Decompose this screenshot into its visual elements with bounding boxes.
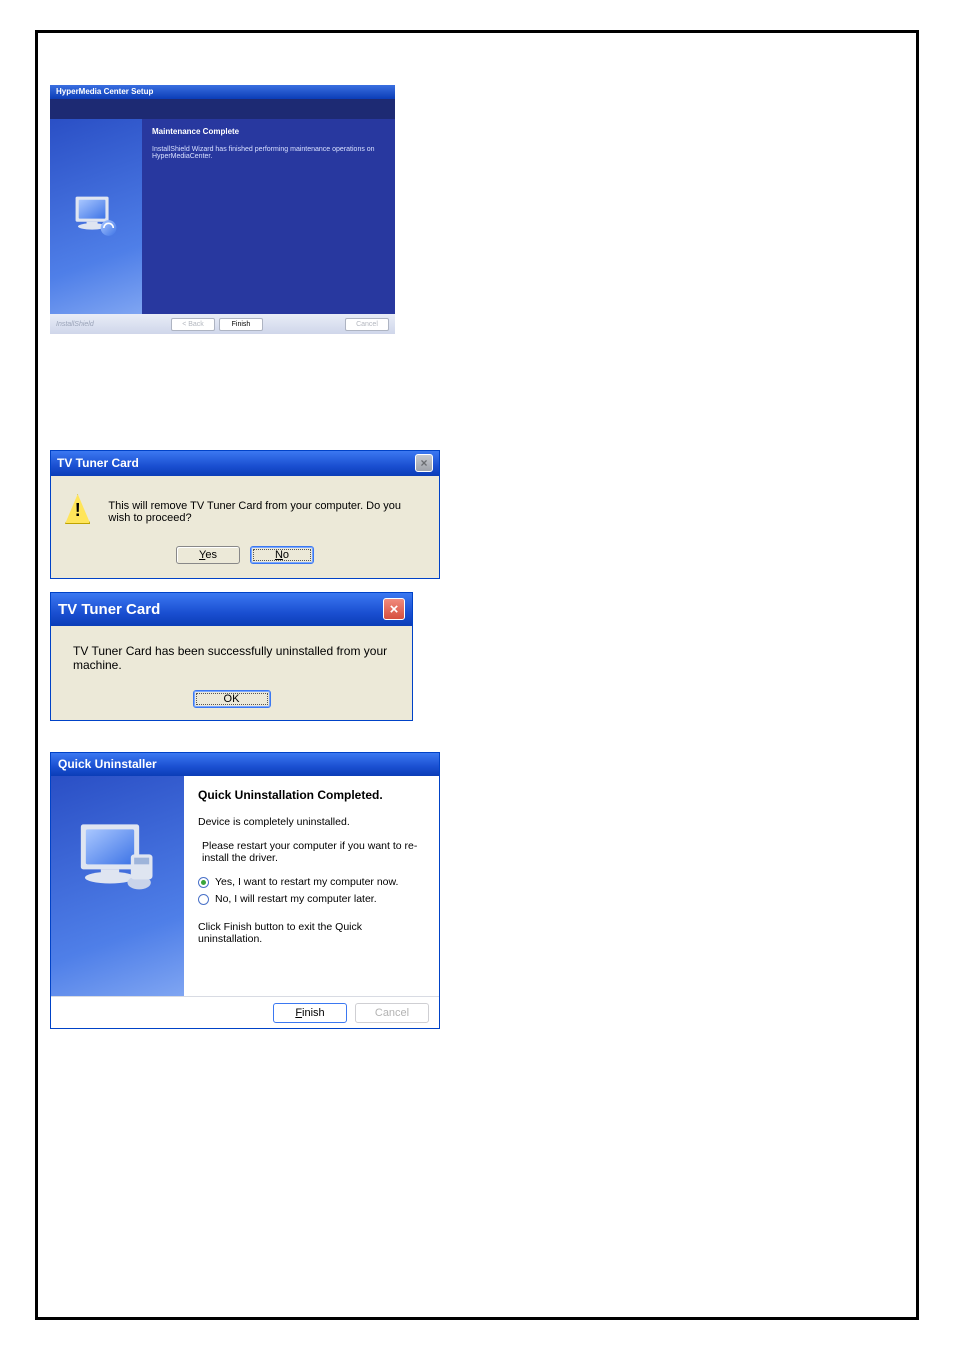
dialog4-line3: Click Finish button to exit the Quick un… [198, 921, 425, 945]
warning-icon: ! [65, 494, 90, 524]
back-button: < Back [171, 318, 215, 331]
restart-later-radio[interactable]: No, I will restart my computer later. [198, 893, 425, 905]
radio-checked-icon [198, 877, 209, 888]
dialog4-line1: Device is completely uninstalled. [198, 816, 425, 828]
dialog2-message: This will remove TV Tuner Card from your… [108, 494, 425, 524]
yes-button[interactable]: Yes [176, 546, 240, 564]
radio-unchecked-icon [198, 894, 209, 905]
quick-uninstall-heading: Quick Uninstallation Completed. [198, 788, 425, 802]
close-icon: × [415, 454, 433, 472]
dialog4-title: Quick Uninstaller [58, 757, 157, 771]
no-button[interactable]: No [250, 546, 314, 564]
dialog1-body-text: InstallShield Wizard has finished perfor… [152, 146, 385, 160]
tv-tuner-success-dialog: TV Tuner Card × TV Tuner Card has been s… [50, 592, 413, 721]
finish-button[interactable]: Finish [273, 1003, 347, 1023]
quick-uninstaller-dialog: Quick Uninstaller Quick Uninstallation C… [50, 752, 440, 1029]
dialog1-banner [50, 99, 395, 119]
finish-button[interactable]: Finish [219, 318, 263, 331]
close-icon[interactable]: × [383, 598, 405, 620]
maintenance-complete-heading: Maintenance Complete [152, 127, 385, 136]
installshield-brand: InstallShield [56, 321, 94, 328]
dialog2-title: TV Tuner Card [57, 456, 139, 470]
dialog3-message: TV Tuner Card has been successfully unin… [65, 644, 398, 672]
cancel-button: Cancel [345, 318, 389, 331]
cancel-button: Cancel [355, 1003, 429, 1023]
hypermedia-setup-dialog: HyperMedia Center Setup Maintenance Comp… [50, 85, 395, 334]
computer-icon [75, 821, 160, 901]
restart-now-radio[interactable]: Yes, I want to restart my computer now. [198, 876, 425, 888]
tv-tuner-confirm-dialog: TV Tuner Card × ! This will remove TV Tu… [50, 450, 440, 579]
ok-button[interactable]: OK [193, 690, 271, 708]
dialog4-side-graphic [51, 776, 184, 996]
computer-icon [71, 195, 121, 239]
dialog4-line2: Please restart your computer if you want… [198, 840, 425, 864]
dialog1-title: HyperMedia Center Setup [50, 85, 395, 99]
dialog3-title: TV Tuner Card [58, 601, 160, 618]
dialog1-side-graphic [50, 119, 142, 314]
